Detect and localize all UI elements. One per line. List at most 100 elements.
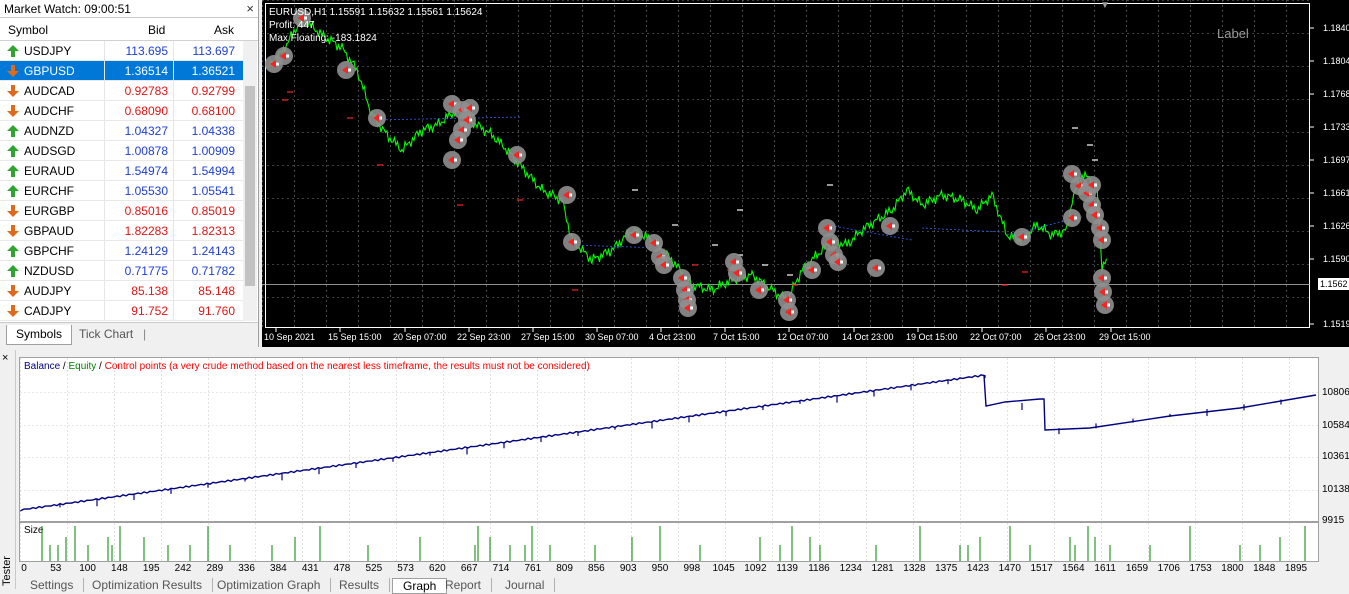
close-icon[interactable]: × [246, 0, 254, 18]
symbol-row[interactable]: GBPUSD 1.36514 1.36521 [0, 61, 243, 81]
x-axis-label: 1139 [776, 563, 798, 574]
time-label: 22 Sep 23:00 [457, 332, 511, 342]
trade-marker[interactable] [337, 61, 355, 79]
symbol-name: AUDCAD [24, 84, 75, 98]
symbol-row[interactable]: EURCHF 1.05530 1.05541 [0, 181, 243, 201]
symbol-row[interactable]: CADJPY 91.752 91.760 [0, 301, 243, 321]
bid-price: 1.05530 [124, 184, 168, 198]
trade-marker[interactable] [655, 256, 673, 274]
symbol-name: NZDUSD [24, 264, 74, 278]
symbol-row[interactable]: AUDJPY 85.138 85.148 [0, 281, 243, 301]
tab-optimization-results[interactable]: Optimization Results [82, 578, 214, 592]
ask-price: 113.697 [192, 44, 236, 58]
scrollbar[interactable] [243, 41, 257, 321]
trade-marker[interactable] [443, 151, 461, 169]
tab-results[interactable]: Results [329, 578, 391, 592]
ask-price: 1.24143 [191, 244, 235, 258]
symbol-row[interactable]: GBPAUD 1.82283 1.82313 [0, 221, 243, 241]
symbol-row[interactable]: AUDNZD 1.04327 1.04338 [0, 121, 243, 141]
symbol-name: AUDCHF [24, 104, 74, 118]
symbol-name: AUDJPY [24, 284, 72, 298]
trade-marker[interactable] [508, 146, 526, 164]
price-label: 1.1697 [1323, 155, 1349, 165]
trade-marker[interactable] [728, 264, 746, 282]
arrow-up-icon [7, 265, 19, 277]
trade-marker[interactable] [625, 226, 643, 244]
bid-price: 1.54974 [124, 164, 168, 178]
bid-price: 0.71775 [124, 264, 168, 278]
symbol-name: CADJPY [24, 304, 72, 318]
x-axis-label: 998 [683, 563, 701, 574]
balance-line [20, 374, 1317, 512]
x-axis-label: 573 [397, 563, 414, 574]
tab-journal[interactable]: Journal [495, 578, 556, 592]
symbol-row[interactable]: NZDUSD 0.71775 0.71782 [0, 261, 243, 281]
x-axis-label: 1092 [744, 563, 767, 574]
market-watch-title: Market Watch: 09:00:51 × [0, 0, 258, 18]
trade-marker[interactable] [1013, 228, 1031, 246]
trade-marker[interactable] [803, 261, 821, 279]
x-axis-label: 336 [238, 563, 255, 574]
symbol-row[interactable]: AUDSGD 1.00878 1.00909 [0, 141, 243, 161]
trade-marker[interactable] [1063, 209, 1081, 227]
chart-label-object[interactable]: Label [1217, 26, 1249, 41]
scrollbar-thumb[interactable] [245, 86, 255, 286]
chart-symbol-ohlc: EURUSD,H1 1.15591 1.15632 1.15561 1.1562… [269, 7, 483, 18]
chart-profit-text: Profit: 447 [269, 20, 315, 31]
tab-settings[interactable]: Settings [20, 578, 85, 592]
symbol-row[interactable]: EURGBP 0.85016 0.85019 [0, 201, 243, 221]
bid-price: 91.752 [131, 304, 168, 318]
trade-marker[interactable] [881, 217, 899, 235]
x-axis-label: 1895 [1284, 563, 1308, 574]
arrow-up-icon [7, 185, 19, 197]
arrow-down-icon [7, 205, 19, 217]
x-axis-label: 384 [270, 563, 287, 574]
x-axis-label: 1045 [712, 563, 735, 574]
symbol-row[interactable]: GBPCHF 1.24129 1.24143 [0, 241, 243, 261]
trade-marker[interactable] [829, 253, 847, 271]
symbol-column-header[interactable]: Symbol [8, 23, 48, 37]
price-label: 1.1840 [1323, 23, 1349, 33]
price-label: 1.1733 [1323, 122, 1349, 132]
x-axis-label: 478 [333, 563, 351, 574]
x-axis-label: 1753 [1189, 563, 1212, 574]
symbol-row[interactable]: AUDCHF 0.68090 0.68100 [0, 101, 243, 121]
trade-marker[interactable] [449, 131, 467, 149]
symbol-row[interactable]: EURAUD 1.54974 1.54994 [0, 161, 243, 181]
price-chart[interactable]: 1.1840 1.1804 1.1768 1.1733 1.1697 1.1661 1.16… [262, 0, 1349, 347]
trade-marker[interactable] [563, 233, 581, 251]
symbol-row[interactable]: USDJPY 113.695 113.697 [0, 41, 243, 61]
tab-report[interactable]: Report [435, 578, 493, 592]
arrow-down-icon [7, 225, 19, 237]
y-axis-label: 10806 [1322, 387, 1349, 398]
trade-marker[interactable] [867, 259, 885, 277]
trade-marker[interactable] [1083, 176, 1101, 194]
price-label: 1.1804 [1323, 56, 1349, 66]
chart-shift-marker-icon[interactable]: ▼ [1100, 0, 1110, 11]
trade-marker[interactable] [1096, 296, 1114, 314]
tab-symbols[interactable]: Symbols [6, 325, 73, 345]
trade-marker[interactable] [558, 186, 576, 204]
bid-column-header[interactable]: Bid [148, 23, 165, 37]
trade-marker[interactable] [275, 47, 293, 65]
ask-column-header[interactable]: Ask [214, 23, 234, 37]
size-histogram: Size [19, 522, 1319, 562]
symbol-list: USDJPY 113.695 113.697 GBPUSD 1.36514 1.36521… [0, 41, 243, 321]
y-axis-label: 10361 [1322, 451, 1349, 462]
trade-marker[interactable] [368, 109, 386, 127]
trade-marker[interactable] [750, 281, 768, 299]
symbol-row[interactable]: AUDCAD 0.92783 0.92799 [0, 81, 243, 101]
market-watch-tabs: Symbols Tick Chart | [0, 322, 258, 347]
close-icon[interactable]: × [2, 352, 8, 364]
tab-optimization-graph[interactable]: Optimization Graph [207, 578, 332, 592]
trade-marker[interactable] [780, 303, 798, 321]
bid-price: 1.00878 [124, 144, 168, 158]
x-axis-label: 525 [365, 563, 383, 574]
trade-marker[interactable] [679, 299, 697, 317]
x-axis-label: 148 [111, 563, 128, 574]
price-chart-canvas[interactable]: 1.1840 1.1804 1.1768 1.1733 1.1697 1.1661 1.16… [262, 0, 1349, 347]
symbol-name: GBPCHF [24, 244, 75, 258]
tab-tick-chart[interactable]: Tick Chart [70, 325, 142, 344]
time-label: 30 Sep 07:00 [585, 332, 639, 342]
trade-marker[interactable] [1093, 231, 1111, 249]
